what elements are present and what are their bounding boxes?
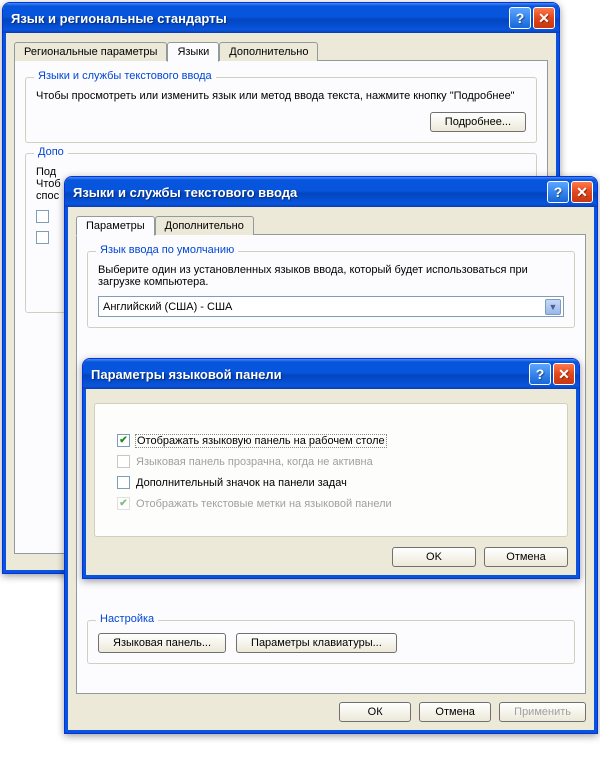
tab-advanced[interactable]: Дополнительно (219, 42, 318, 61)
group-additional-legend: Допо (34, 146, 68, 158)
cancel-button[interactable]: Отмена (419, 702, 491, 722)
checkbox-partial-1[interactable] (36, 210, 49, 223)
keyboard-params-button[interactable]: Параметры клавиатуры... (236, 633, 397, 653)
group-text-services: Языки и службы текстового ввода Чтобы пр… (25, 77, 537, 143)
label-transparent: Языковая панель прозрачна, когда не акти… (136, 456, 373, 468)
tab-languages[interactable]: Языки (167, 42, 219, 62)
label-taskbar-icon: Дополнительный значок на панели задач (136, 477, 347, 489)
dialog-buttons: ОК Отмена Применить (76, 702, 586, 722)
ok-button[interactable]: ОК (339, 702, 411, 722)
default-lang-select[interactable]: Английский (США) - США ▼ (98, 296, 564, 317)
langbar-button[interactable]: Языковая панель... (98, 633, 226, 653)
group-settings: Настройка Языковая панель... Параметры к… (87, 620, 575, 664)
label-show-langbar: Отображать языковую панель на рабочем ст… (136, 435, 386, 447)
tab-params[interactable]: Параметры (76, 216, 155, 236)
group-text-services-desc: Чтобы просмотреть или изменить язык или … (36, 90, 526, 102)
checkbox-show-langbar[interactable] (117, 434, 130, 447)
group-default-lang: Язык ввода по умолчанию Выберите один из… (87, 251, 575, 328)
close-icon[interactable]: ✕ (553, 363, 575, 385)
tab-ts-advanced[interactable]: Дополнительно (155, 216, 254, 235)
titlebar-text-services[interactable]: Языки и службы текстового ввода ? ✕ (65, 177, 597, 207)
tabs-text-services: Параметры Дополнительно (76, 216, 586, 235)
label-text-labels: Отображать текстовые метки на языковой п… (136, 498, 392, 510)
titlebar-langbar[interactable]: Параметры языковой панели ? ✕ (83, 359, 579, 389)
chevron-down-icon: ▼ (545, 299, 561, 315)
group-text-services-legend: Языки и службы текстового ввода (34, 70, 216, 82)
help-icon[interactable]: ? (529, 363, 551, 385)
title-regional: Язык и региональные стандарты (11, 11, 507, 26)
help-icon[interactable]: ? (509, 7, 531, 29)
ok-button[interactable]: OK (392, 547, 476, 567)
apply-button: Применить (499, 702, 586, 722)
help-icon[interactable]: ? (547, 181, 569, 203)
checkbox-text-labels (117, 497, 130, 510)
details-button[interactable]: Подробнее... (430, 112, 526, 132)
group-default-lang-legend: Язык ввода по умолчанию (96, 244, 238, 256)
checkbox-taskbar-icon[interactable] (117, 476, 130, 489)
title-text-services: Языки и службы текстового ввода (73, 185, 545, 200)
titlebar-regional[interactable]: Язык и региональные стандарты ? ✕ (3, 3, 559, 33)
title-langbar: Параметры языковой панели (91, 367, 527, 382)
close-icon[interactable]: ✕ (571, 181, 593, 203)
group-settings-legend: Настройка (96, 613, 158, 625)
tabs-regional: Региональные параметры Языки Дополнитель… (14, 42, 548, 61)
langbar-dialog-buttons: OK Отмена (94, 547, 568, 567)
tab-regional-params[interactable]: Региональные параметры (14, 42, 167, 61)
group-default-lang-desc: Выберите один из установленных языков вв… (98, 264, 564, 288)
default-lang-value: Английский (США) - США (103, 301, 232, 313)
window-langbar-params: Параметры языковой панели ? ✕ Отображать… (82, 358, 580, 579)
checkbox-partial-2[interactable] (36, 231, 49, 244)
checkbox-transparent (117, 455, 130, 468)
close-icon[interactable]: ✕ (533, 7, 555, 29)
cancel-button[interactable]: Отмена (484, 547, 568, 567)
group-langbar-options: Отображать языковую панель на рабочем ст… (94, 403, 568, 537)
